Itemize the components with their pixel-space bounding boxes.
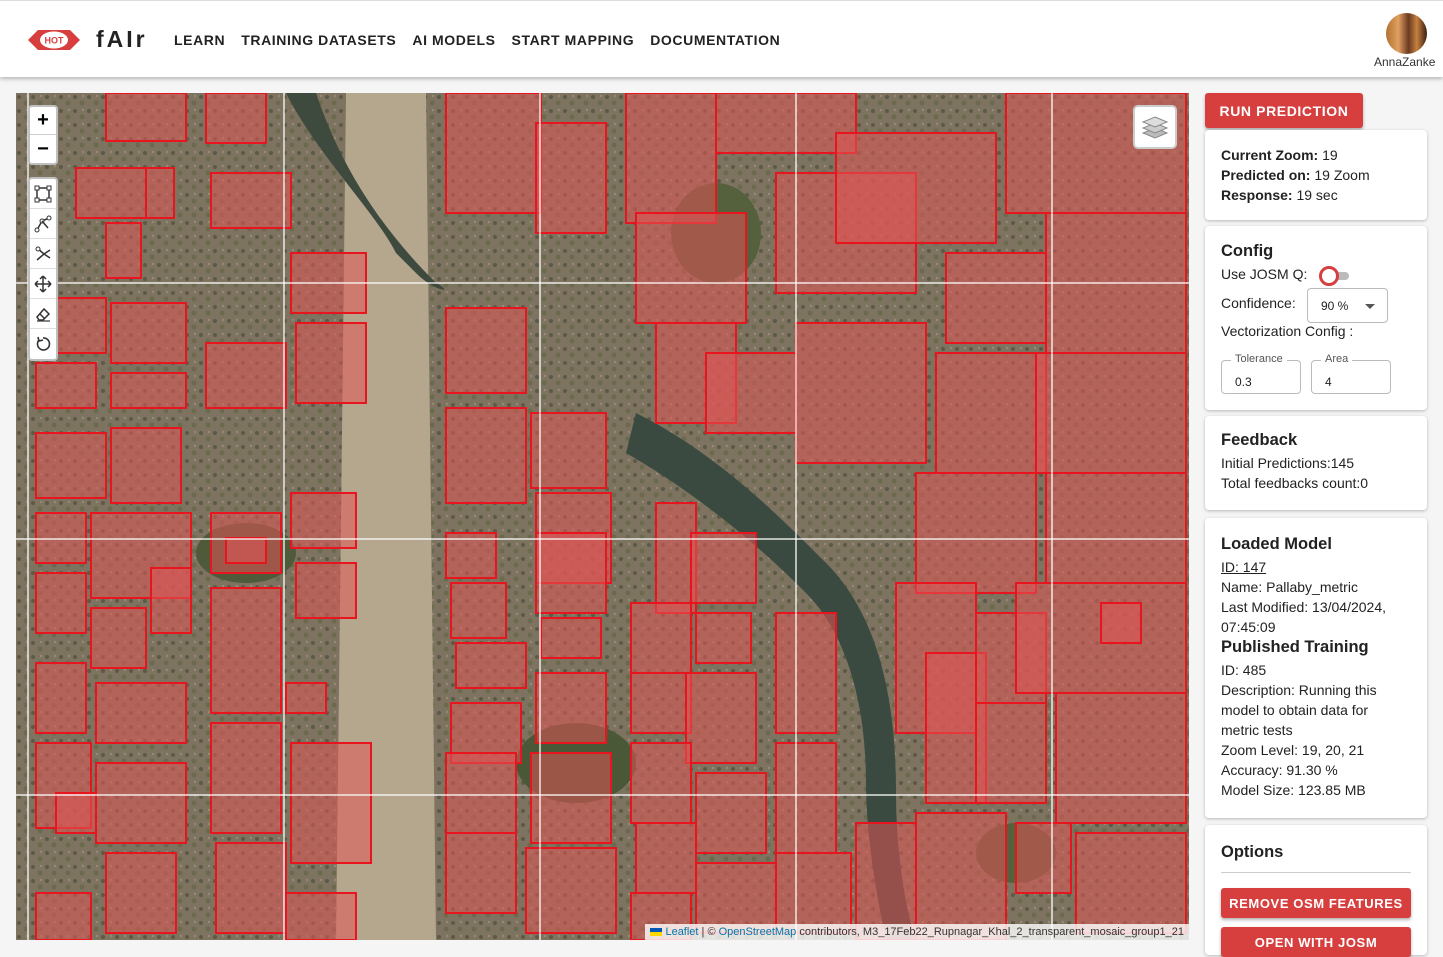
move-icon	[34, 274, 52, 293]
osm-link[interactable]: OpenStreetMap	[719, 926, 797, 938]
nav-documentation[interactable]: DOCUMENTATION	[650, 32, 780, 48]
confidence-select[interactable]: 90 %	[1307, 288, 1388, 323]
logo-text: HOT	[45, 36, 65, 46]
rotate-icon	[36, 336, 51, 351]
config-title: Config	[1221, 242, 1274, 260]
username: AnnaZanke	[1374, 55, 1436, 69]
feedback-title: Feedback	[1221, 431, 1298, 449]
tolerance-input[interactable]	[1222, 361, 1300, 393]
layers-icon	[1141, 116, 1169, 139]
model-last-modified: Last Modified: 13/04/2024,	[1221, 599, 1387, 615]
tolerance-field[interactable]: Tolerance	[1221, 353, 1301, 394]
ukraine-flag-icon	[650, 928, 663, 937]
zoom-in-button[interactable]: +	[30, 107, 56, 135]
nav-ai-models[interactable]: AI MODELS	[412, 32, 495, 48]
rotate-button[interactable]	[30, 329, 56, 359]
eraser-icon	[36, 307, 51, 322]
aerial-imagery-with-predictions	[16, 93, 1189, 940]
open-with-josm-button[interactable]: OPEN WITH JOSM	[1221, 927, 1411, 957]
cut-polygon-button[interactable]	[30, 239, 56, 269]
options-divider	[1221, 872, 1411, 873]
remove-osm-features-button[interactable]: REMOVE OSM FEATURES	[1221, 888, 1411, 918]
layers-button[interactable]	[1133, 105, 1177, 149]
attribution-text: contributors, M3_17Feb22_Rupnagar_Khal_2…	[796, 926, 1184, 938]
feedback-card: Feedback Initial Predictions:145 Total f…	[1205, 416, 1427, 510]
map-view[interactable]: + − Leaflet | © OpenStreetMap contributo…	[16, 93, 1189, 940]
options-card: Options REMOVE OSM FEATURES OPEN WITH JO…	[1205, 825, 1427, 957]
description-line-2: model to obtain data for	[1221, 702, 1369, 718]
zoom-out-button[interactable]: −	[30, 135, 56, 163]
predicted-on: Predicted on: 19 Zoom	[1221, 167, 1370, 183]
draw-rectangle-button[interactable]	[30, 179, 56, 209]
josm-q-toggle[interactable]	[1317, 266, 1351, 286]
options-title: Options	[1221, 843, 1284, 861]
area-field[interactable]: Area	[1311, 353, 1391, 394]
erase-button[interactable]	[30, 299, 56, 329]
loaded-model-card: Loaded Model ID: 147 Name: Pallaby_metri…	[1205, 518, 1427, 818]
drag-button[interactable]	[30, 269, 56, 299]
area-input[interactable]	[1312, 361, 1390, 393]
top-app-bar: HOT fAIr LEARN TRAINING DATASETS AI MODE…	[0, 0, 1443, 77]
chevron-down-icon	[1365, 304, 1375, 309]
description-line-3: metric tests	[1221, 722, 1293, 738]
prediction-stats-card: Current Zoom: 19 Predicted on: 19 Zoom R…	[1205, 130, 1427, 220]
model-name: Name: Pallaby_metric	[1221, 579, 1358, 595]
accuracy: Accuracy: 91.30 %	[1221, 762, 1338, 778]
loaded-model-title: Loaded Model	[1221, 535, 1332, 553]
initial-predictions: Initial Predictions:145	[1221, 455, 1355, 471]
description-line-1: Description: Running this	[1221, 682, 1377, 698]
brand-name[interactable]: fAIr	[96, 26, 148, 53]
attribution-separator: | ©	[698, 926, 719, 938]
zoom-level: Zoom Level: 19, 20, 21	[1221, 742, 1365, 758]
confidence-value: 90 %	[1321, 299, 1349, 313]
nav-training-datasets[interactable]: TRAINING DATASETS	[241, 32, 396, 48]
scissors-icon	[35, 246, 51, 261]
vectorization-label: Vectorization Config :	[1221, 323, 1354, 339]
published-training-id: ID: 485	[1221, 662, 1267, 678]
draw-toolbar	[28, 177, 58, 361]
config-card: Config Use JOSM Q: Confidence: 90 % Vect…	[1205, 226, 1427, 410]
zoom-control: + −	[28, 105, 58, 165]
total-feedbacks: Total feedbacks count:0	[1221, 475, 1369, 491]
leaflet-link[interactable]: Leaflet	[665, 926, 698, 938]
model-id-link[interactable]: ID: 147	[1221, 557, 1411, 577]
map-attribution: Leaflet | © OpenStreetMap contributors, …	[645, 924, 1189, 940]
josm-q-label: Use JOSM Q:	[1221, 266, 1308, 282]
nav-learn[interactable]: LEARN	[174, 32, 225, 48]
polygon-icon	[34, 215, 52, 232]
nav-start-mapping[interactable]: START MAPPING	[512, 32, 635, 48]
run-prediction-button[interactable]: RUN PREDICTION	[1205, 93, 1363, 128]
hot-logo[interactable]: HOT	[26, 25, 82, 55]
main-nav: LEARN TRAINING DATASETS AI MODELS START …	[174, 32, 780, 48]
published-training-title: Published Training	[1221, 638, 1369, 656]
draw-polygon-button[interactable]	[30, 209, 56, 239]
model-last-modified-time: 07:45:09	[1221, 619, 1276, 635]
rectangle-icon	[34, 185, 52, 202]
current-zoom: Current Zoom: 19	[1221, 147, 1338, 163]
response-time: Response: 19 sec	[1221, 187, 1338, 203]
avatar[interactable]	[1386, 13, 1427, 54]
model-size: Model Size: 123.85 MB	[1221, 782, 1366, 798]
